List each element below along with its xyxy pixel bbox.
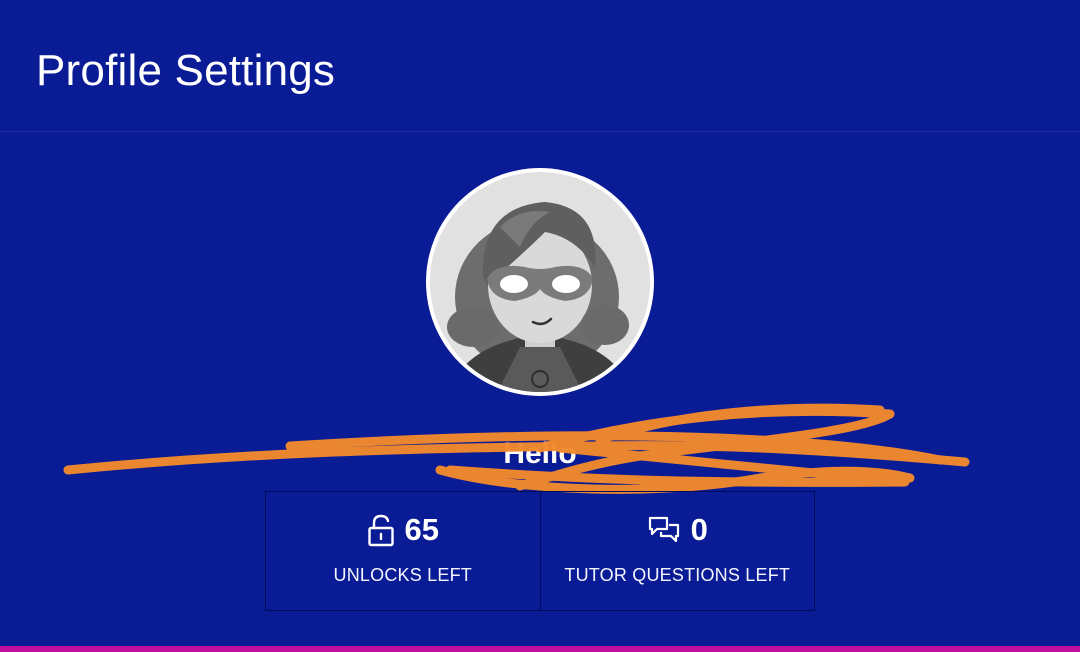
bottom-accent-bar — [0, 646, 1080, 652]
unlocks-label: UNLOCKS LEFT — [333, 565, 472, 585]
tutor-questions-label: TUTOR QUESTIONS LEFT — [564, 565, 791, 585]
avatar-image — [426, 168, 654, 396]
stats-panel: 65 UNLOCKS LEFT 0 TUTOR QUESTIONS LEFT — [265, 491, 815, 611]
unlocks-count: 65 — [404, 512, 439, 547]
avatar[interactable] — [425, 167, 655, 397]
page-title: Profile Settings — [36, 46, 336, 95]
header: Profile Settings — [0, 0, 1080, 132]
unlocks-stat: 65 UNLOCKS LEFT — [265, 491, 541, 611]
tutor-questions-stat: 0 TUTOR QUESTIONS LEFT — [540, 491, 815, 611]
tutor-questions-count: 0 — [690, 512, 708, 547]
unlock-icon — [367, 513, 395, 547]
greeting: Hello — [503, 437, 577, 470]
chat-bubbles-icon — [647, 515, 681, 545]
